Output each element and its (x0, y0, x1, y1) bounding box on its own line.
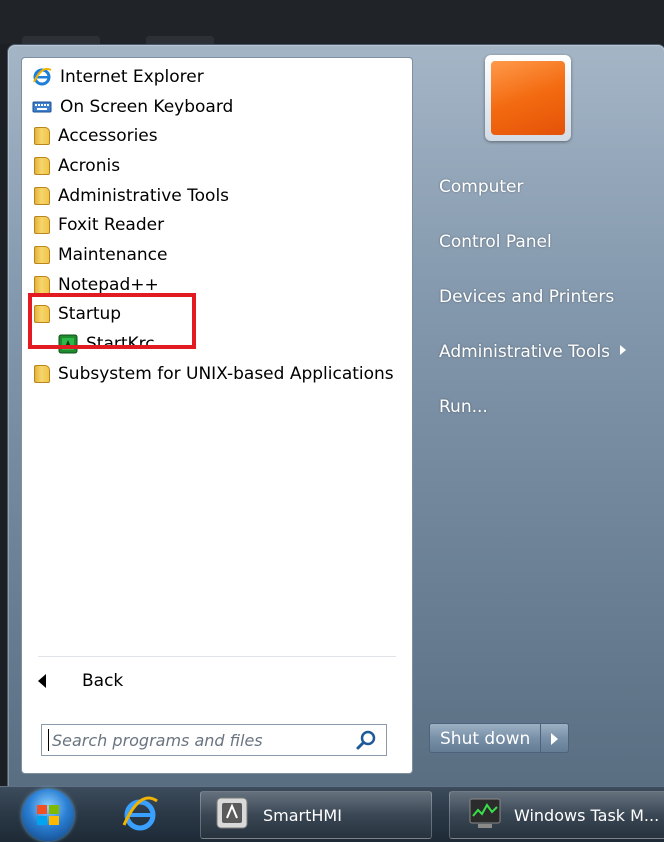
program-folder-accessories[interactable]: Accessories (28, 121, 412, 151)
folder-icon (34, 364, 50, 383)
program-label: On Screen Keyboard (60, 96, 234, 117)
user-avatar[interactable] (485, 55, 571, 141)
back-label: Back (82, 671, 124, 691)
right-item-computer[interactable]: Computer (439, 177, 524, 197)
right-item-label: Administrative Tools (439, 342, 611, 362)
program-internet-explorer[interactable]: Internet Explorer (28, 62, 412, 92)
shutdown-control: Shut down (429, 723, 570, 753)
right-item-run[interactable]: Run... (439, 397, 488, 417)
program-on-screen-keyboard[interactable]: On Screen Keyboard (28, 92, 412, 122)
divider (38, 656, 396, 657)
desktop-top-strip (0, 0, 664, 44)
program-label: Administrative Tools (58, 185, 230, 206)
window-tab (22, 36, 100, 44)
program-label: Subsystem for UNIX-based Applications (58, 363, 394, 384)
back-button[interactable]: Back (38, 666, 123, 696)
back-arrow-icon (38, 674, 46, 688)
internet-explorer-taskbar-icon[interactable] (120, 795, 160, 835)
program-label: Foxit Reader (58, 215, 165, 236)
program-folder-subsystem-for-unix[interactable]: Subsystem for UNIX-based Applications (28, 359, 412, 389)
start-button[interactable] (22, 789, 74, 841)
taskbar-button-smarthmi[interactable]: SmartHMI (200, 791, 432, 839)
program-label: Accessories (58, 126, 158, 147)
keyboard-icon (32, 97, 52, 117)
folder-icon (34, 156, 50, 175)
highlight-annotation-box (28, 293, 196, 349)
program-label: Internet Explorer (60, 66, 204, 87)
windows-logo-icon (36, 803, 60, 827)
right-item-administrative-tools[interactable]: Administrative Tools (439, 342, 627, 362)
taskbar-button-label: SmartHMI (263, 805, 342, 825)
program-folder-foxit-reader[interactable]: Foxit Reader (28, 210, 412, 240)
program-label: Acronis (58, 155, 121, 176)
search-icon[interactable] (354, 728, 378, 752)
search-box[interactable] (41, 724, 387, 756)
internet-explorer-icon (32, 67, 52, 87)
shutdown-options-arrow-icon[interactable] (541, 723, 570, 753)
program-label: Maintenance (58, 244, 168, 265)
start-menu: Internet Explorer On Screen Keyboard Acc… (7, 44, 664, 788)
program-folder-administrative-tools[interactable]: Administrative Tools (28, 181, 412, 211)
taskbar-button-windows-task-manager[interactable]: Windows Task M... (449, 791, 664, 839)
folder-icon (34, 186, 50, 205)
user-picture (491, 61, 565, 135)
folder-icon (34, 216, 50, 235)
taskbar: SmartHMI Windows Task M... (0, 786, 664, 842)
folder-icon (34, 127, 50, 146)
right-item-devices-and-printers[interactable]: Devices and Printers (439, 287, 614, 307)
folder-icon (34, 245, 50, 264)
window-tab (146, 36, 214, 44)
taskbar-button-label: Windows Task M... (514, 805, 660, 825)
program-label: Notepad++ (58, 274, 159, 295)
task-manager-app-icon (468, 796, 502, 834)
program-folder-acronis[interactable]: Acronis (28, 151, 412, 181)
program-folder-maintenance[interactable]: Maintenance (28, 240, 412, 270)
folder-icon (34, 275, 50, 294)
search-input[interactable] (52, 730, 354, 750)
text-caret (48, 729, 49, 751)
shutdown-button[interactable]: Shut down (429, 723, 542, 753)
program-list: Internet Explorer On Screen Keyboard Acc… (28, 62, 412, 389)
programs-pane: Internet Explorer On Screen Keyboard Acc… (21, 57, 413, 774)
submenu-arrow-icon (620, 345, 627, 355)
right-item-control-panel[interactable]: Control Panel (439, 232, 552, 252)
smarthmi-app-icon (215, 796, 249, 834)
